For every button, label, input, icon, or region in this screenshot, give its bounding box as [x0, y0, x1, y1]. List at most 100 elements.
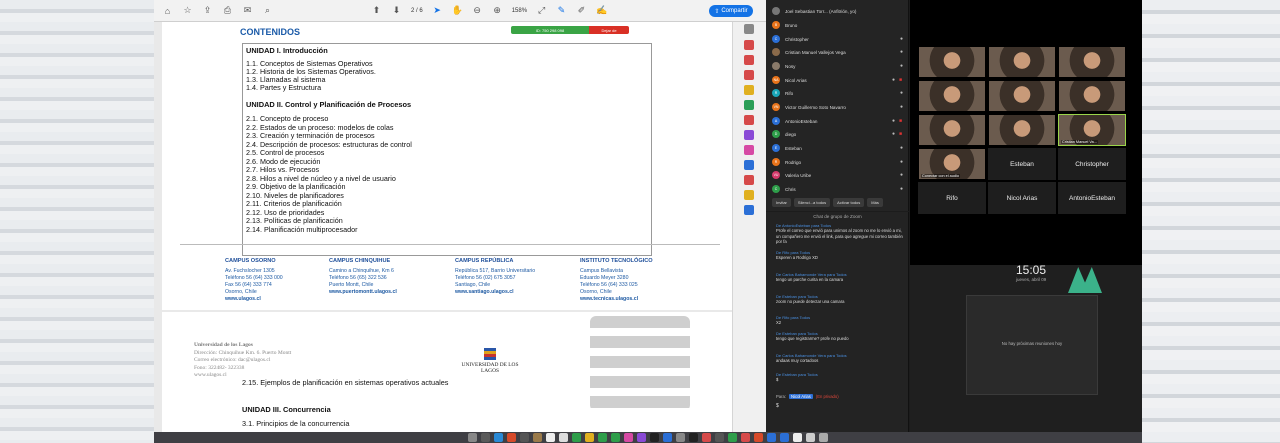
acrobat-icon[interactable]: [741, 433, 750, 442]
annotate-icon[interactable]: ✎: [556, 5, 567, 16]
participant-row[interactable]: C Chris ●: [772, 184, 906, 194]
app-icon[interactable]: [520, 433, 529, 442]
opera-icon[interactable]: [507, 433, 516, 442]
participant-row[interactable]: Nosy ●: [772, 61, 906, 71]
campus-web-link[interactable]: www.tecnicas.ulagos.cl: [580, 296, 653, 303]
terminal-icon[interactable]: [689, 433, 698, 442]
music-icon[interactable]: [624, 433, 633, 442]
document-icon[interactable]: [793, 433, 802, 442]
participant-row[interactable]: E Esteban ●: [772, 143, 906, 153]
rail-icon[interactable]: [744, 55, 754, 65]
video-tile[interactable]: [918, 80, 986, 112]
more-button[interactable]: Más: [867, 198, 883, 207]
rail-icon[interactable]: [744, 190, 754, 200]
mail-icon[interactable]: ✉: [242, 5, 253, 16]
rail-icon[interactable]: [744, 40, 754, 50]
cursor-icon[interactable]: ➤: [432, 5, 443, 16]
zoom-level[interactable]: 158%: [512, 8, 527, 14]
reminders-icon[interactable]: [559, 433, 568, 442]
stop-share-button[interactable]: Dejar de: [589, 26, 629, 34]
invite-button[interactable]: Invitar: [772, 198, 791, 207]
campus-web-link[interactable]: www.puertomontt.ulagos.cl: [329, 289, 397, 296]
video-tile[interactable]: [988, 46, 1056, 78]
video-tile[interactable]: [918, 46, 986, 78]
video-tile[interactable]: [918, 114, 986, 146]
rail-icon[interactable]: [744, 100, 754, 110]
video-tile[interactable]: Conectar con el audio: [918, 148, 986, 180]
word-icon[interactable]: [767, 433, 776, 442]
photos-icon[interactable]: [585, 433, 594, 442]
name-tile[interactable]: AntonioEsteban: [1058, 182, 1126, 214]
video-tile[interactable]: [988, 80, 1056, 112]
print-icon[interactable]: ⎙: [222, 5, 233, 16]
finder-icon[interactable]: [468, 433, 477, 442]
zoom-out-icon[interactable]: ⊖: [472, 5, 483, 16]
fit-icon[interactable]: ⤢: [536, 5, 547, 16]
unmute-all-button[interactable]: Activar todos: [833, 198, 865, 207]
launchpad-icon[interactable]: [481, 433, 490, 442]
name-tile[interactable]: Nicol Arias: [988, 182, 1056, 214]
rail-icon[interactable]: [744, 24, 754, 34]
search-icon[interactable]: ⌕: [262, 5, 273, 16]
video-tile[interactable]: [1058, 80, 1126, 112]
rail-icon[interactable]: [744, 115, 754, 125]
upload-icon[interactable]: ⇪: [202, 5, 213, 16]
participant-row[interactable]: Joel Sebastian Torr... (Anfitrión, yo): [772, 6, 906, 16]
help-icon[interactable]: [715, 433, 724, 442]
participant-row[interactable]: NA Nicol Arias ● ■: [772, 75, 906, 85]
chat-input[interactable]: $: [776, 403, 779, 409]
participant-row[interactable]: VU Valeria Uribe ●: [772, 170, 906, 180]
participant-row[interactable]: A AntonioEsteban ● ■: [772, 116, 906, 126]
participant-row[interactable]: Ddiego ● ■: [772, 129, 906, 139]
powerpoint-icon[interactable]: [754, 433, 763, 442]
page-down-icon[interactable]: ⬇: [391, 5, 402, 16]
app-icon[interactable]: [702, 433, 711, 442]
tv-icon[interactable]: [650, 433, 659, 442]
trash-icon[interactable]: [819, 433, 828, 442]
mute-all-button[interactable]: Silenci...a todos: [793, 198, 831, 207]
zoom-icon[interactable]: [780, 433, 789, 442]
star-icon[interactable]: ☆: [182, 5, 193, 16]
video-tile-active[interactable]: Cristian Manuel Va...: [1058, 114, 1126, 146]
notes-icon[interactable]: [533, 433, 542, 442]
name-tile[interactable]: Esteban: [988, 148, 1056, 180]
safari-icon[interactable]: [494, 433, 503, 442]
campus-web-link[interactable]: www.ulagos.cl: [225, 296, 283, 303]
name-tile[interactable]: Rifo: [918, 182, 986, 214]
participant-row[interactable]: R Rifo ●: [772, 88, 906, 98]
sign-icon[interactable]: ✍: [596, 5, 607, 16]
rail-icon[interactable]: [744, 145, 754, 155]
document-icon[interactable]: [806, 433, 815, 442]
calendar-icon[interactable]: [546, 433, 555, 442]
page-indicator[interactable]: 2 / 6: [411, 8, 423, 14]
settings-icon[interactable]: [676, 433, 685, 442]
maps-icon[interactable]: [572, 433, 581, 442]
home-icon[interactable]: ⌂: [162, 5, 173, 16]
page-up-icon[interactable]: ⬆: [371, 5, 382, 16]
campus-web-link[interactable]: www.santiago.ulagos.cl: [455, 289, 535, 296]
video-tile[interactable]: [988, 114, 1056, 146]
participant-row[interactable]: B Bruno: [772, 20, 906, 30]
chat-recipient-select[interactable]: Nicol Arias: [789, 394, 813, 399]
participant-row[interactable]: R Rodrigo ●: [772, 157, 906, 167]
participant-row[interactable]: Cristian Manuel Vallejos Vega ●: [772, 47, 906, 57]
hand-icon[interactable]: ✋: [452, 5, 463, 16]
rail-icon[interactable]: [744, 70, 754, 80]
rail-icon[interactable]: [744, 205, 754, 215]
participant-row[interactable]: VN Victor Guillermo Soto Navarro ●: [772, 102, 906, 112]
facetime-icon[interactable]: [611, 433, 620, 442]
name-tile[interactable]: Christopher: [1058, 148, 1126, 180]
messages-icon[interactable]: [598, 433, 607, 442]
share-button[interactable]: ⇧ Compartir: [709, 5, 753, 17]
appstore-icon[interactable]: [663, 433, 672, 442]
excel-icon[interactable]: [728, 433, 737, 442]
rail-icon[interactable]: [744, 175, 754, 185]
podcasts-icon[interactable]: [637, 433, 646, 442]
zoom-in-icon[interactable]: ⊕: [492, 5, 503, 16]
rail-icon[interactable]: [744, 85, 754, 95]
rail-icon[interactable]: [744, 130, 754, 140]
participant-row[interactable]: C Christopher ●: [772, 34, 906, 44]
video-tile[interactable]: [1058, 46, 1126, 78]
rail-icon[interactable]: [744, 160, 754, 170]
pen-icon[interactable]: ✐: [576, 5, 587, 16]
